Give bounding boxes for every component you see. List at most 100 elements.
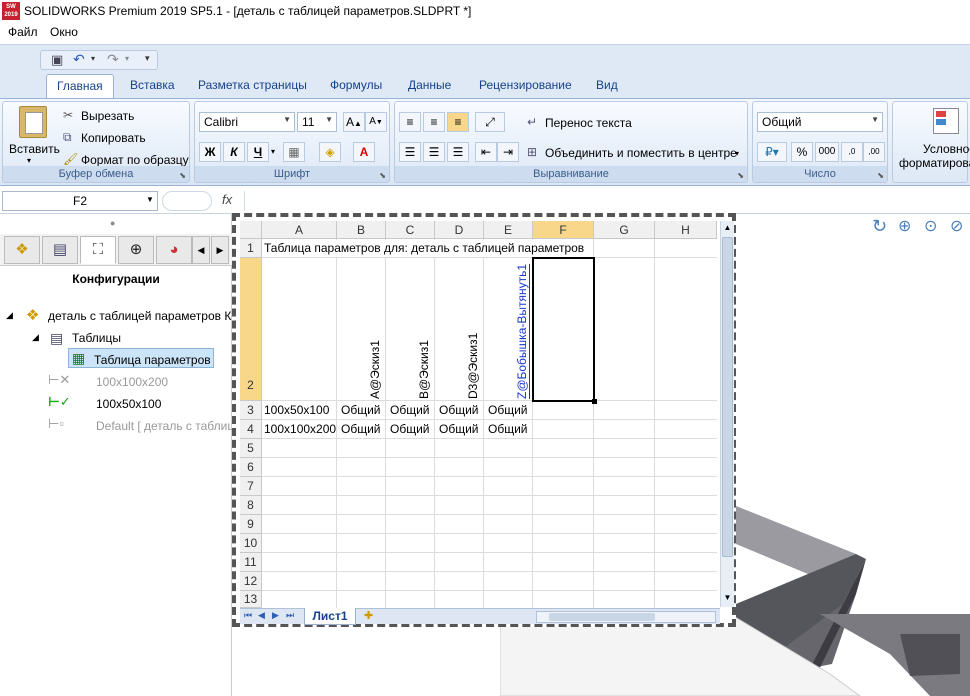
row-header-8[interactable]: 8 bbox=[240, 496, 262, 515]
row-header-6[interactable]: 6 bbox=[240, 458, 262, 477]
formula-input[interactable] bbox=[244, 191, 964, 211]
prev-sheet-icon[interactable]: ◀ bbox=[258, 610, 265, 621]
cut-button[interactable]: Вырезать bbox=[81, 109, 134, 123]
tree-tables[interactable]: Таблицы bbox=[72, 331, 121, 345]
dimxpert-tab-icon[interactable]: ⊕ bbox=[118, 236, 154, 264]
horizontal-scroll-thumb[interactable] bbox=[549, 613, 655, 621]
cell-c4[interactable]: Общий bbox=[386, 420, 435, 439]
font-launcher-icon[interactable]: ⬊ bbox=[379, 171, 386, 180]
name-box-dropdown-icon[interactable]: ▼ bbox=[146, 195, 154, 204]
copy-button[interactable]: Копировать bbox=[81, 131, 146, 145]
tab-insert[interactable]: Вставка bbox=[130, 78, 175, 92]
copy-icon[interactable]: ⧉ bbox=[63, 130, 72, 145]
fill-handle[interactable] bbox=[592, 399, 597, 404]
scroll-down-icon[interactable]: ▼ bbox=[721, 591, 734, 605]
wrap-text-icon[interactable]: ↵ bbox=[527, 115, 537, 129]
property-manager-tab-icon[interactable]: ▤ bbox=[42, 236, 78, 264]
format-painter-icon[interactable]: 🖌 bbox=[63, 152, 78, 166]
thousands-button[interactable]: 000 bbox=[815, 142, 839, 162]
fx-icon[interactable]: fx bbox=[222, 192, 232, 207]
decrease-indent-icon[interactable]: ⇤ bbox=[475, 142, 497, 162]
vertical-scroll-thumb[interactable] bbox=[722, 237, 733, 557]
scroll-up-icon[interactable]: ▲ bbox=[721, 221, 734, 235]
merge-center-icon[interactable]: ⊞ bbox=[527, 145, 537, 159]
orientation-icon[interactable]: ⤢ bbox=[475, 112, 505, 132]
cut-icon[interactable]: ✂ bbox=[63, 108, 73, 122]
merge-center-button[interactable]: Объединить и поместить в центре bbox=[545, 146, 737, 160]
collapse-tables-icon[interactable]: ◢ bbox=[32, 332, 39, 343]
cell-b4[interactable]: Общий bbox=[337, 420, 386, 439]
zoom-in-out-icon[interactable]: ⊘ bbox=[950, 216, 963, 236]
menu-window[interactable]: Окно bbox=[50, 25, 78, 39]
zoom-area-icon[interactable]: ⊙ bbox=[924, 216, 937, 236]
column-header-c[interactable]: C bbox=[386, 221, 435, 239]
cell-b2[interactable]: A@Эскиз1 bbox=[368, 327, 382, 399]
select-all-corner[interactable] bbox=[240, 221, 262, 239]
scroll-right-icon[interactable]: ▶ bbox=[211, 236, 229, 264]
rotate-view-icon[interactable]: ↻ bbox=[872, 216, 887, 237]
increase-decimal-icon[interactable]: ,0 bbox=[841, 142, 863, 162]
feature-tree-tab-icon[interactable]: ❖ bbox=[4, 236, 40, 264]
cell-d2[interactable]: D3@Эскиз1 bbox=[466, 321, 480, 399]
wrap-text-button[interactable]: Перенос текста bbox=[545, 116, 632, 130]
currency-format-icon[interactable]: ₽▾ bbox=[757, 142, 787, 162]
font-color-icon[interactable]: A bbox=[353, 142, 375, 162]
menu-file[interactable]: Файл bbox=[8, 25, 38, 39]
column-header-e[interactable]: E bbox=[484, 221, 533, 239]
align-top-icon[interactable]: ≡ bbox=[399, 112, 421, 132]
alignment-launcher-icon[interactable]: ⬊ bbox=[737, 171, 744, 180]
vertical-scrollbar[interactable]: ▲ ▼ bbox=[720, 221, 734, 607]
align-left-icon[interactable]: ☰ bbox=[399, 142, 421, 162]
font-name-combo[interactable]: Calibri ▼ bbox=[199, 112, 295, 132]
number-format-combo[interactable]: Общий ▼ bbox=[757, 112, 883, 132]
cell-d4[interactable]: Общий bbox=[435, 420, 484, 439]
tab-page-layout[interactable]: Разметка страницы bbox=[198, 78, 307, 92]
row-header-4[interactable]: 4 bbox=[240, 420, 262, 439]
redo-icon[interactable]: ↷ bbox=[107, 51, 119, 68]
display-manager-tab-icon[interactable]: ◕ bbox=[156, 236, 192, 264]
cell-a1[interactable]: Таблица параметров для: деталь с таблице… bbox=[264, 240, 585, 257]
scroll-left-icon[interactable]: ◀ bbox=[192, 236, 210, 264]
cell-c2[interactable]: B@Эскиз1 bbox=[417, 327, 431, 399]
row-header-3[interactable]: 3 bbox=[240, 401, 262, 420]
clipboard-launcher-icon[interactable]: ⬊ bbox=[179, 171, 186, 180]
column-header-f[interactable]: F bbox=[533, 221, 594, 239]
row-header-10[interactable]: 10 bbox=[240, 534, 262, 553]
name-box[interactable]: F2 bbox=[2, 191, 158, 211]
save-icon[interactable]: ▣ bbox=[51, 52, 63, 68]
column-header-a[interactable]: A bbox=[262, 221, 337, 239]
row-header-1[interactable]: 1 bbox=[240, 239, 262, 258]
cell-c3[interactable]: Общий bbox=[386, 401, 435, 420]
configuration-manager-tab-icon[interactable]: ⛶ bbox=[80, 236, 116, 264]
collapse-root-icon[interactable]: ◢ bbox=[6, 310, 13, 321]
first-sheet-icon[interactable]: ⏮ bbox=[244, 610, 252, 621]
align-bottom-icon[interactable]: ≡ bbox=[447, 112, 469, 132]
borders-icon[interactable]: ▦ bbox=[283, 142, 305, 162]
conditional-formatting-label2[interactable]: форматирова bbox=[899, 156, 970, 170]
grow-font-icon[interactable]: A▲ bbox=[343, 112, 365, 132]
conditional-formatting-icon[interactable] bbox=[933, 108, 959, 134]
column-header-d[interactable]: D bbox=[435, 221, 484, 239]
row-header-5[interactable]: 5 bbox=[240, 439, 262, 458]
italic-button[interactable]: К bbox=[223, 142, 245, 162]
merge-dropdown-icon[interactable]: ▾ bbox=[735, 149, 739, 158]
tab-review[interactable]: Рецензирование bbox=[479, 78, 572, 92]
cell-e2[interactable]: Z@Бобышка-Вытянуть1 bbox=[515, 264, 529, 399]
format-painter-button[interactable]: Формат по образцу bbox=[81, 153, 189, 167]
cell-e3[interactable]: Общий bbox=[484, 401, 533, 420]
tree-config-100x100x200[interactable]: 100x100x200 bbox=[96, 375, 168, 389]
tree-config-default[interactable]: Default [ деталь с таблиц bbox=[96, 419, 234, 433]
tab-view[interactable]: Вид bbox=[596, 78, 618, 92]
customize-qat-icon[interactable]: ▾ bbox=[145, 53, 150, 64]
active-cell-f2[interactable] bbox=[532, 257, 595, 402]
decrease-decimal-icon[interactable]: ,00 bbox=[863, 142, 885, 162]
formula-bar-handle[interactable] bbox=[162, 191, 212, 211]
column-header-h[interactable]: H bbox=[655, 221, 717, 239]
tab-formulas[interactable]: Формулы bbox=[330, 78, 382, 92]
column-header-g[interactable]: G bbox=[594, 221, 655, 239]
row-header-9[interactable]: 9 bbox=[240, 515, 262, 534]
align-middle-icon[interactable]: ≡ bbox=[423, 112, 445, 132]
percent-button[interactable]: % bbox=[791, 142, 813, 162]
shrink-font-icon[interactable]: A▼ bbox=[365, 112, 387, 132]
panel-splitter-icon[interactable]: ● bbox=[110, 218, 115, 228]
